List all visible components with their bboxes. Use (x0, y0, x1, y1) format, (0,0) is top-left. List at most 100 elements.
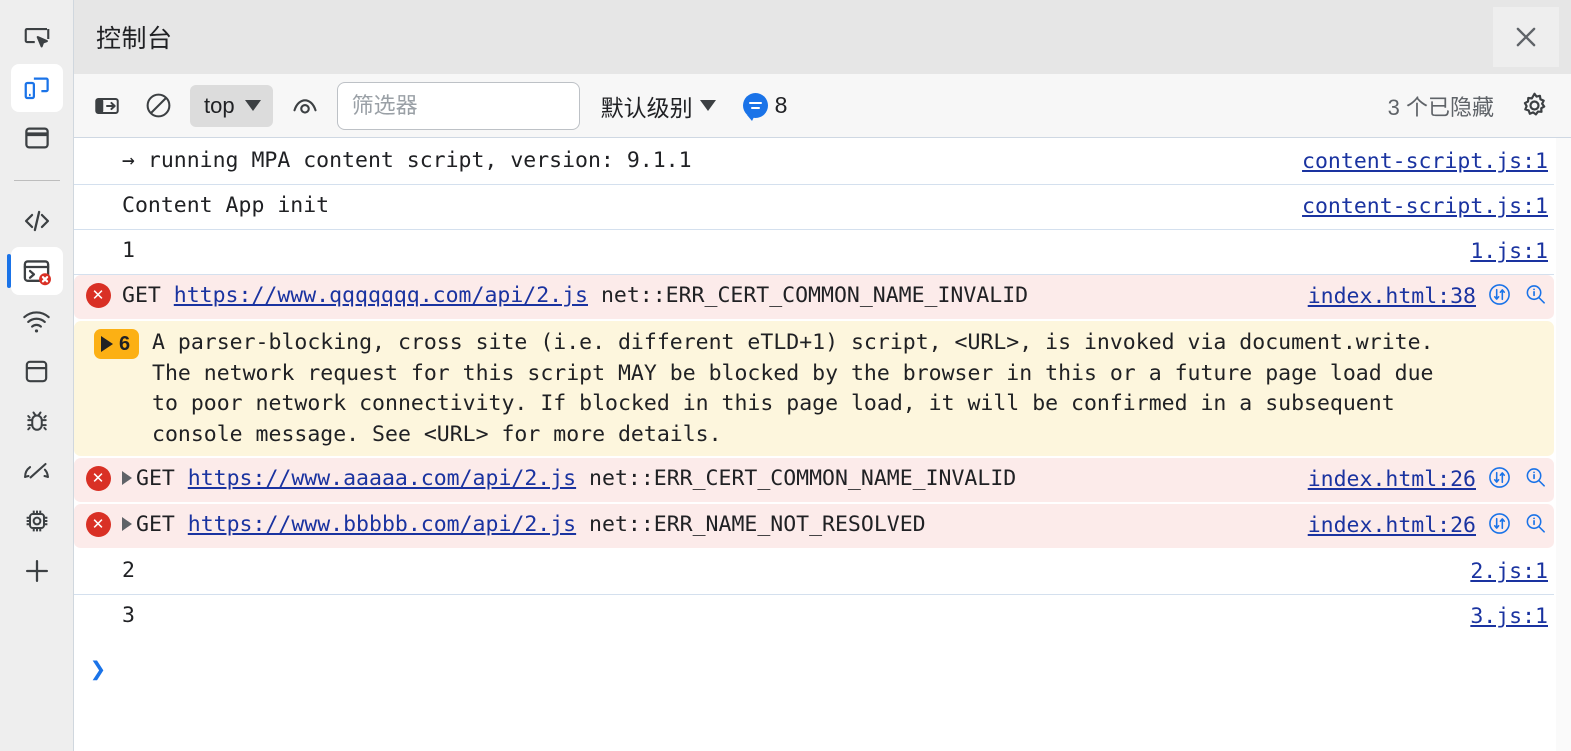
page-title: 控制台 (96, 25, 173, 53)
console-row-log[interactable]: → running MPA content script, version: 9… (74, 140, 1554, 185)
activity-bar (0, 0, 74, 751)
close-button[interactable] (1493, 7, 1559, 67)
hidden-count-label: 3 个已隐藏 (1387, 94, 1494, 120)
application-panel-icon[interactable] (11, 347, 63, 395)
console-message-text: GET https://www.qqqqqqq.com/api/2.js net… (122, 281, 1308, 312)
console-message-text: 3 (122, 603, 135, 629)
source-link[interactable]: 3.js:1 (1470, 602, 1548, 633)
sidebar-toggle-icon (95, 97, 119, 114)
row-right-side: 1.js:1 (1470, 236, 1554, 268)
network-request-icon[interactable] (1487, 465, 1512, 490)
device-toolbar-icon[interactable] (10, 64, 63, 112)
console-prompt[interactable]: ❯ (74, 640, 1571, 686)
live-expression-button[interactable] (286, 87, 324, 125)
source-link[interactable]: index.html:26 (1308, 511, 1476, 542)
debugger-panel-icon[interactable] (11, 397, 63, 445)
error-code-text: net::ERR_NAME_NOT_RESOLVED (576, 512, 926, 538)
console-message-text: 2 (122, 558, 135, 584)
console-row-log[interactable]: 2 2.js:1 (74, 550, 1554, 596)
expand-triangle-icon (101, 336, 113, 352)
error-code-text: net::ERR_CERT_COMMON_NAME_INVALID (588, 283, 1029, 308)
console-row-error[interactable]: ✕ GET https://www.bbbbb.com/api/2.js net… (74, 504, 1554, 550)
row-right-side: 3.js:1 (1470, 601, 1554, 633)
log-level-label: 默认级别 (600, 94, 693, 121)
console-message-text: 1 (122, 238, 135, 263)
row-right-side: index.html:38 (1308, 281, 1554, 313)
filter-box[interactable] (336, 81, 580, 130)
network-request-icon[interactable] (1487, 282, 1512, 307)
performance-panel-icon[interactable] (11, 447, 63, 495)
log-level-select[interactable]: 默认级别 (601, 89, 716, 123)
console-row-warning[interactable]: 6 A parser-blocking, cross site (i.e. di… (74, 321, 1554, 458)
chevron-down-icon (699, 100, 716, 111)
sources-panel-icon[interactable] (11, 197, 63, 245)
inspect-issue-icon[interactable] (1523, 465, 1548, 490)
error-icon: ✕ (85, 466, 111, 492)
log-arrow-prefix: → (122, 148, 148, 173)
panel-selection-bar (6, 254, 11, 288)
log-text: running MPA content script, version: 9.1… (147, 148, 692, 173)
request-url-link[interactable]: https://www.bbbbb.com/api/2.js (188, 512, 576, 537)
row-gutter: 6 (74, 327, 146, 359)
inspect-issue-icon[interactable] (1523, 511, 1548, 536)
console-panel-icon[interactable] (6, 247, 63, 295)
console-row-log[interactable]: 1 1.js:1 (74, 230, 1554, 275)
row-gutter: ✕ (74, 464, 122, 492)
source-link[interactable]: index.html:26 (1308, 465, 1476, 496)
network-request-icon[interactable] (1487, 511, 1512, 536)
clear-console-button[interactable] (139, 87, 177, 125)
elements-panel-icon[interactable] (11, 114, 63, 162)
console-message-list[interactable]: → running MPA content script, version: 9… (74, 138, 1571, 751)
console-message-text: A parser-blocking, cross site (i.e. diff… (152, 330, 1434, 447)
inspect-element-icon[interactable] (11, 14, 63, 62)
row-gutter: ✕ (74, 281, 122, 308)
execution-context-select[interactable]: top (190, 84, 273, 127)
console-row-log[interactable]: 3 3.js:1 (74, 595, 1554, 640)
vertical-scrollbar[interactable] (1556, 138, 1571, 751)
clear-console-icon (146, 93, 170, 118)
request-method: GET (136, 512, 188, 538)
chevron-down-icon (244, 100, 261, 111)
console-row-log[interactable]: Content App init content-script.js:1 (74, 185, 1554, 230)
execution-context-value: top (204, 92, 235, 118)
row-gutter (74, 236, 122, 238)
request-url-link[interactable]: https://www.qqqqqqq.com/api/2.js (174, 283, 588, 308)
source-link[interactable]: 2.js:1 (1470, 557, 1548, 588)
gear-icon (1523, 92, 1545, 116)
memory-panel-icon[interactable] (11, 497, 63, 545)
console-settings-button[interactable] (1515, 87, 1553, 125)
main-column: 控制台 top 筛选器 默认级别 8 3 个已隐藏 → running MPA … (74, 0, 1571, 751)
row-right-side (1548, 327, 1554, 328)
warning-repeat-count: 6 (119, 332, 131, 355)
error-icon: ✕ (85, 512, 111, 538)
row-gutter (74, 146, 122, 148)
message-count[interactable]: 8 (742, 92, 788, 121)
row-gutter: ✕ (74, 510, 122, 538)
console-message-text: → running MPA content script, version: 9… (122, 146, 1302, 177)
source-link[interactable]: 1.js:1 (1470, 237, 1548, 268)
console-row-error[interactable]: ✕ GET https://www.aaaaa.com/api/2.js net… (74, 458, 1554, 504)
source-link[interactable]: index.html:38 (1308, 282, 1476, 313)
source-link[interactable]: content-script.js:1 (1302, 192, 1548, 223)
request-method: GET (136, 466, 188, 492)
console-message-text: Content App init (122, 193, 330, 218)
sidebar-toggle-button[interactable] (88, 87, 126, 125)
activity-bar-divider (13, 180, 60, 181)
console-row-error[interactable]: ✕ GET https://www.qqqqqqq.com/api/2.js n… (74, 275, 1554, 320)
expand-triangle-icon[interactable] (122, 471, 132, 486)
network-panel-icon[interactable] (11, 297, 63, 345)
inspect-issue-icon[interactable] (1523, 282, 1548, 307)
row-right-side: index.html:26 (1308, 464, 1554, 496)
devtools-window: 控制台 top 筛选器 默认级别 8 3 个已隐藏 → running MPA … (0, 0, 1571, 751)
filter-input[interactable] (351, 92, 565, 119)
row-gutter (74, 191, 122, 193)
eye-icon (293, 98, 317, 114)
source-link[interactable]: content-script.js:1 (1302, 147, 1548, 178)
warning-group-badge[interactable]: 6 (94, 329, 140, 359)
expand-triangle-icon[interactable] (122, 517, 132, 532)
prompt-chevron-icon: ❯ (89, 653, 107, 685)
request-url-link[interactable]: https://www.aaaaa.com/api/2.js (188, 466, 576, 491)
close-icon (1516, 27, 1536, 47)
more-panels-icon[interactable] (11, 547, 63, 595)
message-count-value: 8 (774, 92, 788, 118)
